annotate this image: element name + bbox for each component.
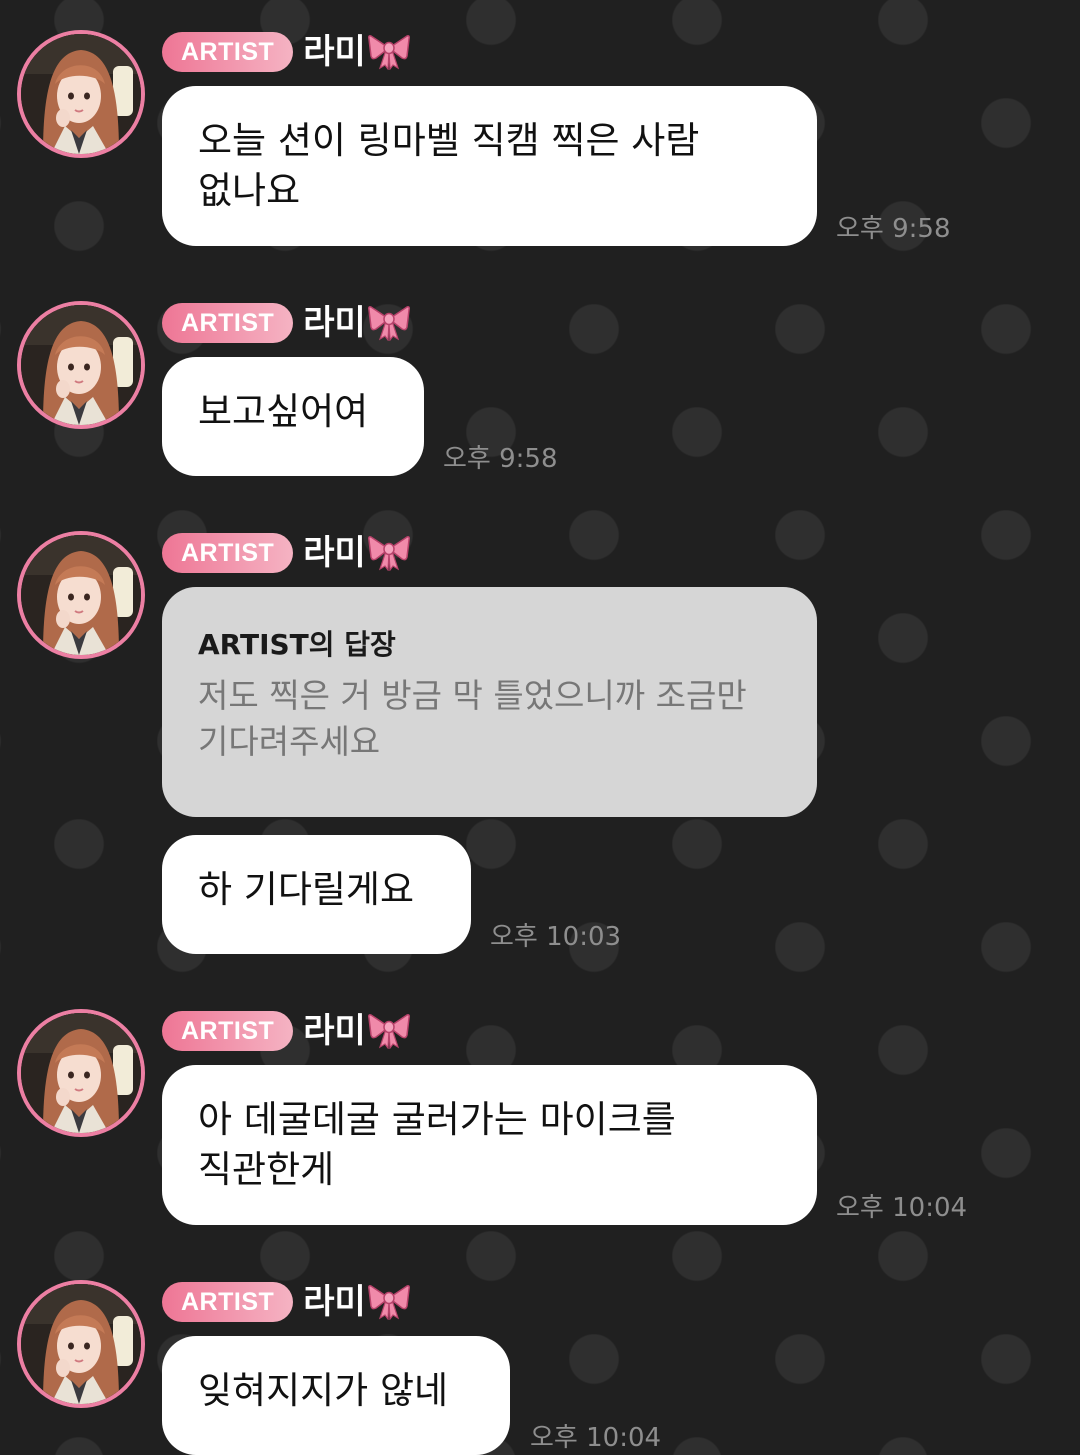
- sender-row: ARTIST 라미: [162, 1282, 410, 1322]
- sender-row: ARTIST 라미: [162, 32, 410, 72]
- sender-name: 라미: [303, 533, 366, 573]
- message-timestamp: 오후 9:58: [836, 214, 951, 244]
- message-bubble[interactable]: 보고싶어여: [162, 357, 424, 476]
- message-timestamp: 오후 10:03: [490, 922, 622, 952]
- sender-name: 라미: [303, 1282, 366, 1322]
- chat-message-list[interactable]: ARTIST 라미 오늘 션이 링마벨 직캠 찍은 사람 없나요 오후 9:58…: [0, 0, 1080, 1455]
- avatar[interactable]: [17, 1280, 145, 1408]
- artist-badge: ARTIST: [162, 303, 294, 343]
- sender-name: 라미: [303, 1011, 366, 1051]
- avatar[interactable]: [17, 531, 145, 659]
- message-bubble[interactable]: 하 기다릴게요: [162, 835, 471, 954]
- ribbon-bow-icon: [367, 1009, 410, 1053]
- sender-name: 라미: [303, 32, 366, 72]
- ribbon-bow-icon: [367, 301, 410, 345]
- reply-quote-bubble[interactable]: ARTIST의 답장 저도 찍은 거 방금 막 틀었으니까 조금만 기다려주세요: [162, 587, 817, 817]
- artist-badge: ARTIST: [162, 32, 294, 72]
- ribbon-bow-icon: [367, 1280, 410, 1324]
- message-bubble[interactable]: 오늘 션이 링마벨 직캠 찍은 사람 없나요: [162, 86, 817, 246]
- message-timestamp: 오후 10:04: [836, 1193, 968, 1223]
- message-timestamp: 오후 9:58: [443, 444, 558, 474]
- avatar[interactable]: [17, 30, 145, 158]
- sender-row: ARTIST 라미: [162, 1011, 410, 1051]
- sender-row: ARTIST 라미: [162, 303, 410, 343]
- sender-name: 라미: [303, 303, 366, 343]
- reply-body: 저도 찍은 거 방금 막 틀었으니까 조금만 기다려주세요: [198, 676, 747, 761]
- message-bubble[interactable]: 아 데굴데굴 굴러가는 마이크를 직관한게: [162, 1065, 817, 1225]
- message-timestamp: 오후 10:04: [530, 1423, 662, 1453]
- avatar[interactable]: [17, 1009, 145, 1137]
- sender-row: ARTIST 라미: [162, 533, 410, 573]
- reply-header: ARTIST의 답장: [198, 628, 396, 661]
- artist-badge: ARTIST: [162, 533, 294, 573]
- ribbon-bow-icon: [367, 30, 410, 74]
- avatar[interactable]: [17, 301, 145, 429]
- artist-badge: ARTIST: [162, 1282, 294, 1322]
- artist-badge: ARTIST: [162, 1011, 294, 1051]
- ribbon-bow-icon: [367, 531, 410, 575]
- message-bubble[interactable]: 잊혀지지가 않네: [162, 1336, 510, 1455]
